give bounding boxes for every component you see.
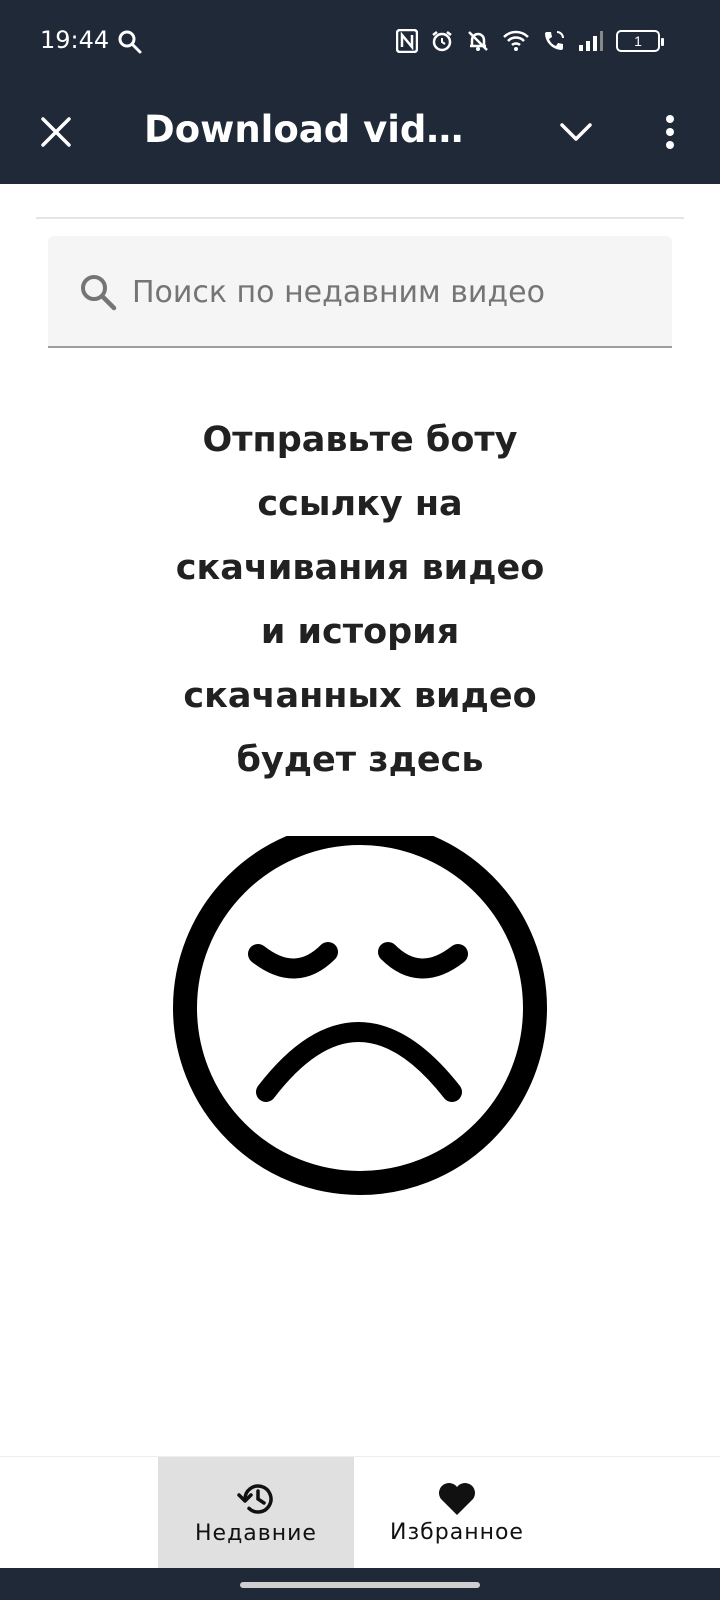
collapse-button[interactable] [550,106,602,158]
battery-indicator: 1 [616,30,664,52]
status-time: 19:44 [40,26,110,54]
search-input[interactable] [132,266,652,318]
empty-state-line: и история [260,612,460,652]
empty-state-message: Отправьте боту ссылку на скачивания виде… [100,408,620,792]
mute-icon [468,31,488,51]
more-options-button[interactable] [644,106,696,158]
battery-level: 1 [634,33,642,49]
nav-favorites-label: Избранное [390,1519,524,1545]
system-navigation-bar [0,1568,720,1600]
status-bar: 19:44 1 [0,0,720,84]
status-icons: 1 [396,26,664,56]
history-icon [237,1483,273,1514]
empty-state-line: будет здесь [236,740,484,780]
page-title: Download videos… [144,108,484,151]
signal-icon [579,31,603,51]
wifi-icon [503,30,529,51]
search-icon [81,275,117,311]
empty-state-line: скачивания видео [175,548,545,588]
nfc-icon [396,29,418,53]
chevron-down-icon [560,123,592,141]
search-icon [118,30,142,54]
empty-state-line: скачанных видео [183,676,537,716]
alarm-icon [432,31,452,52]
bottom-navigation: Недавние Избранное [0,1456,720,1569]
heart-icon [439,1482,475,1515]
close-button[interactable] [30,106,82,158]
search-field[interactable] [48,236,672,348]
nav-favorites[interactable]: Избранное [354,1457,560,1569]
more-vert-icon [666,115,674,149]
sad-face-icon [173,836,547,1195]
wifi-calling-icon [545,31,564,50]
empty-state-line: Отправьте боту [202,420,518,460]
close-icon [41,117,71,147]
app-bar: Download videos… [0,84,720,184]
nav-recent[interactable]: Недавние [158,1457,354,1569]
top-divider [36,217,684,219]
nav-recent-label: Недавние [195,1520,317,1546]
home-indicator[interactable] [240,1582,480,1588]
empty-state-line: ссылку на [257,484,463,524]
